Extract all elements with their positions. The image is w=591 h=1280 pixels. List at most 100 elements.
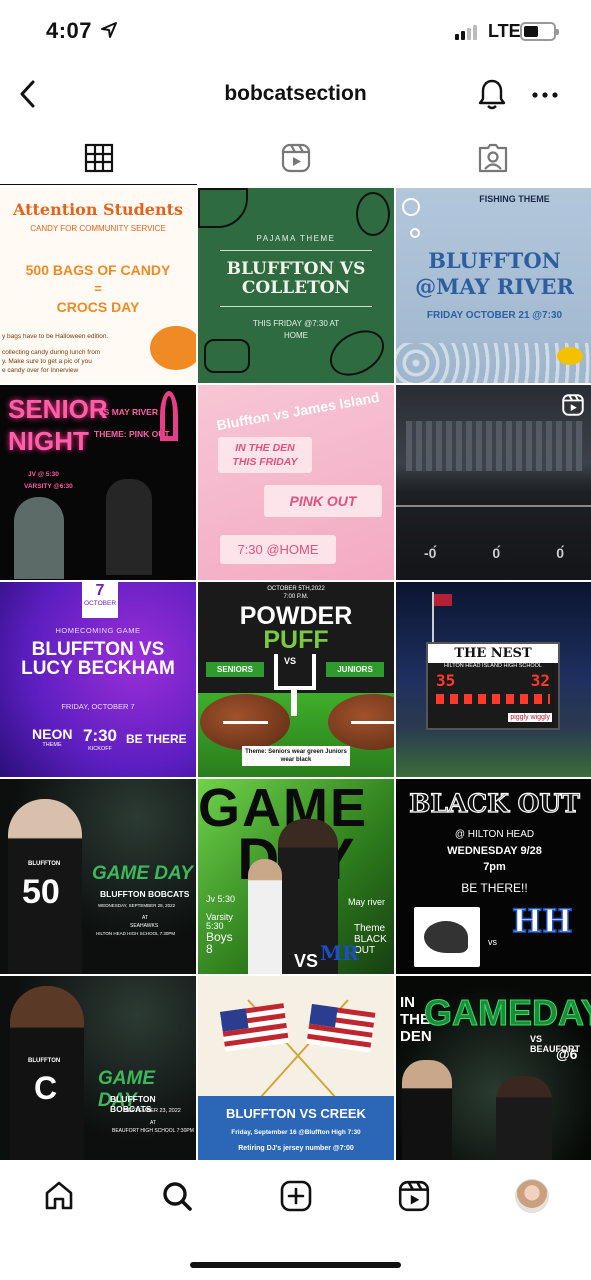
post-badge: PINK OUT: [264, 485, 382, 517]
location-arrow-icon: [101, 22, 117, 38]
post-title: SENIOR NIGHT: [8, 394, 108, 456]
ribbon-icon: [160, 391, 178, 441]
post-title: GAME DAY: [92, 863, 193, 884]
post-thumbnail[interactable]: -0́́ 0́ 0́: [396, 385, 591, 580]
signal-icon: [455, 24, 477, 40]
create-icon: [280, 1180, 311, 1212]
football-icon: [200, 694, 290, 750]
post-text: VS MAY RIVER: [98, 407, 158, 417]
post-text: 7pm: [483, 861, 506, 873]
post-thumbnail[interactable]: 50 BLUFFTON GAME DAY BLUFFTON BOBCATS WE…: [0, 779, 196, 974]
post-opponent: SEAHAWKS: [130, 923, 159, 929]
post-thumbnail[interactable]: FISHING THEME BLUFFTON @MAY RIVER FRIDAY…: [396, 188, 591, 383]
nav-profile[interactable]: [473, 1160, 591, 1232]
vs-label: vs: [488, 937, 497, 947]
post-text: JV @ 5:30: [28, 471, 59, 478]
post-title: GAMEDAY: [424, 992, 591, 1034]
home-score: 35: [436, 671, 456, 690]
post-thumbnail[interactable]: BLUFFTON VS CREEK Friday, September 16 @…: [198, 976, 394, 1171]
post-time: 7:00 P.M.: [283, 594, 309, 600]
tagged-icon: [478, 143, 507, 172]
medal-icon: [356, 192, 390, 236]
post-team: BLUFFTON BOBCATS: [100, 889, 190, 899]
post-thumbnail[interactable]: THE NEST HILTON HEAD ISLAND HIGH SCHOOL …: [396, 582, 591, 777]
post-text: @ HILTON HEAD: [454, 829, 535, 840]
post-detail: THIS FRIDAY @7:30 AT HOME: [252, 319, 340, 340]
post-thumbnail[interactable]: C BLUFFTON GAME DAY BLUFFTON BOBCATS SEP…: [0, 976, 196, 1171]
post-at: AT: [150, 1120, 157, 1126]
post-venue: BEAUFORT HIGH SCHOOL 7:30PM: [112, 1128, 194, 1134]
post-kicker: FISHING THEME: [479, 194, 550, 204]
post-thumbnail[interactable]: OCTOBER 5TH,2022 7:00 P.M. POWDER PUFF S…: [198, 582, 394, 777]
scoreboard-scores: 35 32: [428, 669, 558, 692]
reels-icon: [398, 1180, 429, 1212]
post-title: PUFF: [263, 626, 329, 654]
reels-icon: [562, 394, 584, 416]
post-thumbnail[interactable]: GAME DAY Jv 5:30 Varsity 5:30 Boys 8 May…: [198, 779, 394, 974]
bell-icon[interactable]: [476, 78, 508, 112]
fine-line: e candy over for Innerview: [2, 367, 79, 374]
nav-search[interactable]: [118, 1160, 236, 1232]
post-thumbnail[interactable]: IN THE DEN GAMEDAY VS BEAUFORT @6: [396, 976, 591, 1171]
pumpkin-icon: [150, 326, 196, 370]
post-title: Bluffton vs James Island: [215, 388, 381, 434]
post-text: VARSITY @6:30: [24, 483, 73, 490]
posts-grid: Attention Students CANDY FOR COMMUNITY S…: [0, 188, 591, 1171]
post-text: Jv 5:30: [206, 894, 236, 904]
player-photo: [14, 497, 64, 579]
post-thumbnail[interactable]: Attention Students CANDY FOR COMMUNITY S…: [0, 188, 196, 383]
post-subtitle: CANDY FOR COMMUNITY SERVICE: [30, 224, 166, 233]
post-fine-print: y bags have to be Halloween edition. col…: [2, 332, 122, 375]
bubble-icon: [410, 228, 420, 238]
grid-icon: [84, 143, 113, 172]
post-date: WEDNESDAY, SEPTEMBER 28, 2022: [98, 903, 176, 908]
post-thumbnail[interactable]: BLACK OUT @ HILTON HEAD WEDNESDAY 9/28 7…: [396, 779, 591, 974]
post-text: WEDNESDAY 9/28: [447, 845, 542, 857]
whistle-icon: [204, 339, 250, 373]
status-bar: 4:07 LTE: [0, 0, 591, 66]
player-photo: [496, 1076, 552, 1171]
post-detail: FRIDAY OCTOBER 21 @7:30: [426, 310, 563, 321]
post-text: Retiring DJ's jersey number @7:00: [238, 1145, 354, 1152]
post-thumbnail[interactable]: PAJAMA THEME BLUFFTON VS COLLETON THIS F…: [198, 188, 394, 383]
post-badge: 7:30 @HOME: [220, 535, 336, 564]
post-text: Friday, September 16 @Bluffton High 7:30: [231, 1129, 361, 1136]
post-equals: =: [94, 281, 102, 296]
fish-icon: [557, 347, 583, 365]
more-options-icon[interactable]: [530, 80, 560, 110]
theme-value: NEON: [32, 726, 73, 742]
tab-grid[interactable]: [0, 130, 197, 185]
player-photo: [402, 1060, 452, 1171]
may-river-logo: MR: [320, 941, 359, 965]
bubble-icon: [402, 198, 420, 216]
post-text: @6: [556, 1046, 578, 1062]
battery-icon: [520, 22, 559, 41]
vs-label: VS: [284, 656, 297, 666]
cleat-icon: [198, 188, 248, 228]
tab-reels[interactable]: [197, 130, 394, 185]
yard-number: -0́́: [423, 545, 437, 561]
divider: [220, 306, 372, 307]
post-thumbnail[interactable]: Bluffton vs James Island IN THE DEN THIS…: [198, 385, 394, 580]
nav-home[interactable]: [0, 1160, 118, 1232]
home-indicator[interactable]: [190, 1262, 401, 1268]
helmet-logo: [414, 907, 480, 967]
post-line: 500 BAGS OF CANDY: [25, 262, 171, 278]
crossed-flags-icon: [220, 999, 376, 1099]
nav-reels[interactable]: [355, 1160, 473, 1232]
theme-label: THEME: [42, 742, 62, 748]
team-badge: JUNIORS: [326, 662, 384, 677]
post-title: BLUFFTON VS CREEK: [226, 1106, 366, 1121]
nav-create[interactable]: [236, 1160, 354, 1232]
jersey-text: BLUFFTON: [28, 1058, 61, 1064]
fine-line: y. Make sure to get a pic of you: [2, 358, 92, 365]
post-thumbnail[interactable]: 7 OCTOBER HOMECOMING GAME BLUFFTON VS LU…: [0, 582, 196, 777]
tab-tagged[interactable]: [394, 130, 591, 185]
post-badge: IN THE DEN THIS FRIDAY: [218, 437, 312, 473]
post-thumbnail[interactable]: SENIOR NIGHT VS MAY RIVER THEME: PINK OU…: [0, 385, 196, 580]
post-title: BLUFFTON @MAY RIVER: [415, 248, 574, 299]
status-time: 4:07: [46, 18, 93, 43]
fine-line: y bags have to be Halloween edition.: [2, 333, 109, 340]
date-number: 7: [95, 582, 105, 599]
yard-markers: -0́́ 0́ 0́: [396, 545, 591, 561]
